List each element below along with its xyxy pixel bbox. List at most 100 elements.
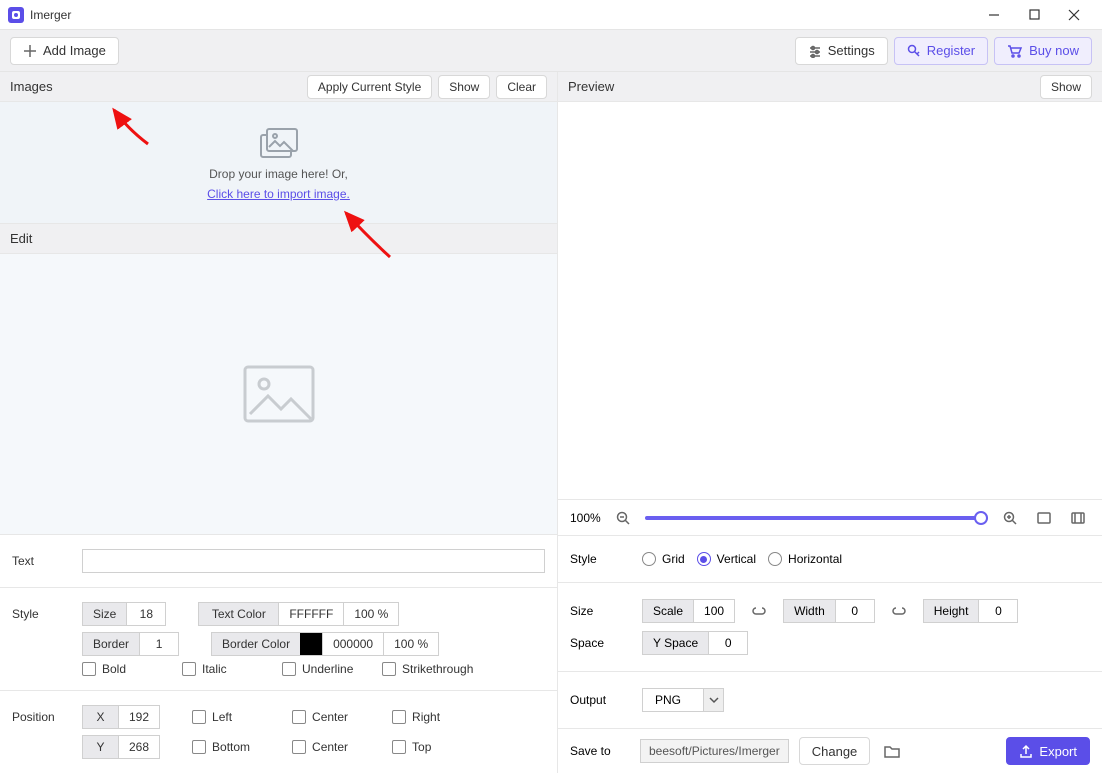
actual-size-button[interactable] xyxy=(1066,506,1090,530)
add-image-button[interactable]: Add Image xyxy=(10,37,119,65)
link-scale-width-icon[interactable] xyxy=(747,599,771,623)
x-key: X xyxy=(82,705,118,729)
y-chip[interactable]: Y 268 xyxy=(82,735,160,759)
edit-title: Edit xyxy=(10,231,32,246)
align-center-h-checkbox[interactable]: Center xyxy=(292,710,382,724)
add-image-label: Add Image xyxy=(43,43,106,58)
app-title: Imerger xyxy=(30,8,974,22)
close-button[interactable] xyxy=(1054,0,1094,30)
edit-panel-header: Edit xyxy=(0,224,557,254)
position-label: Position xyxy=(12,710,72,724)
zoom-row: 100% xyxy=(558,499,1102,535)
x-value[interactable]: 192 xyxy=(118,705,160,729)
output-format-value: PNG xyxy=(643,689,703,711)
drop-area[interactable]: Drop your image here! Or, Click here to … xyxy=(0,102,557,224)
size-chip[interactable]: Size 18 xyxy=(82,602,166,626)
export-button[interactable]: Export xyxy=(1006,737,1090,765)
yspace-chip[interactable]: Y Space0 xyxy=(642,631,748,655)
image-stack-icon xyxy=(257,125,301,161)
border-key: Border xyxy=(82,632,139,656)
textcolor-key: Text Color xyxy=(198,602,278,626)
export-icon xyxy=(1019,744,1033,758)
chevron-down-icon xyxy=(703,689,723,711)
bordercolor-chip[interactable]: Border Color 000000 100 % xyxy=(211,632,439,656)
bordercolor-value[interactable]: 000000 xyxy=(322,632,384,656)
x-chip[interactable]: X 192 xyxy=(82,705,160,729)
register-label: Register xyxy=(927,43,975,58)
scale-chip[interactable]: Scale100 xyxy=(642,599,735,623)
layout-style-label: Style xyxy=(570,552,630,566)
settings-button[interactable]: Settings xyxy=(795,37,888,65)
align-top-checkbox[interactable]: Top xyxy=(392,740,482,754)
underline-checkbox[interactable]: Underline xyxy=(282,662,372,676)
output-format-select[interactable]: PNG xyxy=(642,688,724,712)
buy-now-label: Buy now xyxy=(1029,43,1079,58)
zoom-percent: 100% xyxy=(570,511,601,525)
images-show-button[interactable]: Show xyxy=(438,75,490,99)
zoom-slider-knob[interactable] xyxy=(974,511,988,525)
image-placeholder-icon xyxy=(242,364,316,424)
maximize-button[interactable] xyxy=(1014,0,1054,30)
align-right-checkbox[interactable]: Right xyxy=(392,710,482,724)
buy-now-button[interactable]: Buy now xyxy=(994,37,1092,65)
plus-icon xyxy=(23,44,37,58)
zoom-in-button[interactable] xyxy=(998,506,1022,530)
register-button[interactable]: Register xyxy=(894,37,988,65)
drop-link[interactable]: Click here to import image. xyxy=(207,187,350,201)
toolbar: Add Image Settings Register Buy now xyxy=(0,30,1102,72)
bordercolor-opacity[interactable]: 100 % xyxy=(384,632,439,656)
out-size-label: Size xyxy=(570,604,630,618)
saveto-label: Save to xyxy=(570,744,630,758)
italic-checkbox[interactable]: Italic xyxy=(182,662,272,676)
align-bottom-checkbox[interactable]: Bottom xyxy=(192,740,282,754)
change-path-button[interactable]: Change xyxy=(799,737,871,765)
preview-panel-header: Preview Show xyxy=(558,72,1102,102)
images-clear-button[interactable]: Clear xyxy=(496,75,547,99)
preview-title: Preview xyxy=(568,79,614,94)
key-icon xyxy=(907,44,921,58)
style-label: Style xyxy=(12,607,72,621)
radio-vertical[interactable]: Vertical xyxy=(697,552,756,566)
drop-text: Drop your image here! Or, xyxy=(209,167,348,181)
preview-canvas xyxy=(558,102,1102,499)
apply-style-button[interactable]: Apply Current Style xyxy=(307,75,432,99)
y-key: Y xyxy=(82,735,118,759)
align-center-v-checkbox[interactable]: Center xyxy=(292,740,382,754)
zoom-slider[interactable] xyxy=(645,516,988,520)
saveto-path: beesoft/Pictures/Imerger xyxy=(640,739,789,763)
space-label: Space xyxy=(570,636,630,650)
fit-screen-button[interactable] xyxy=(1032,506,1056,530)
settings-label: Settings xyxy=(828,43,875,58)
y-value[interactable]: 268 xyxy=(118,735,160,759)
images-title: Images xyxy=(10,79,53,94)
output-label: Output xyxy=(570,693,630,707)
zoom-out-button[interactable] xyxy=(611,506,635,530)
align-left-checkbox[interactable]: Left xyxy=(192,710,282,724)
strike-checkbox[interactable]: Strikethrough xyxy=(382,662,492,676)
bordercolor-swatch[interactable] xyxy=(300,632,322,656)
border-chip[interactable]: Border 1 xyxy=(82,632,179,656)
text-input[interactable] xyxy=(82,549,545,573)
textcolor-chip[interactable]: Text Color FFFFFF 100 % xyxy=(198,602,399,626)
size-key: Size xyxy=(82,602,126,626)
preview-show-button[interactable]: Show xyxy=(1040,75,1092,99)
width-chip[interactable]: Width0 xyxy=(783,599,875,623)
size-value[interactable]: 18 xyxy=(126,602,166,626)
titlebar: Imerger xyxy=(0,0,1102,30)
app-logo xyxy=(8,7,24,23)
text-label: Text xyxy=(12,554,72,568)
images-panel-header: Images Apply Current Style Show Clear xyxy=(0,72,557,102)
radio-horizontal[interactable]: Horizontal xyxy=(768,552,842,566)
border-value[interactable]: 1 xyxy=(139,632,179,656)
textcolor-value[interactable]: FFFFFF xyxy=(278,602,344,626)
bold-checkbox[interactable]: Bold xyxy=(82,662,172,676)
height-chip[interactable]: Height0 xyxy=(923,599,1019,623)
minimize-button[interactable] xyxy=(974,0,1014,30)
open-folder-button[interactable] xyxy=(880,739,904,763)
link-width-height-icon[interactable] xyxy=(887,599,911,623)
textcolor-opacity[interactable]: 100 % xyxy=(344,602,399,626)
sliders-icon xyxy=(808,44,822,58)
bordercolor-key: Border Color xyxy=(211,632,300,656)
cart-icon xyxy=(1007,44,1023,58)
radio-grid[interactable]: Grid xyxy=(642,552,685,566)
